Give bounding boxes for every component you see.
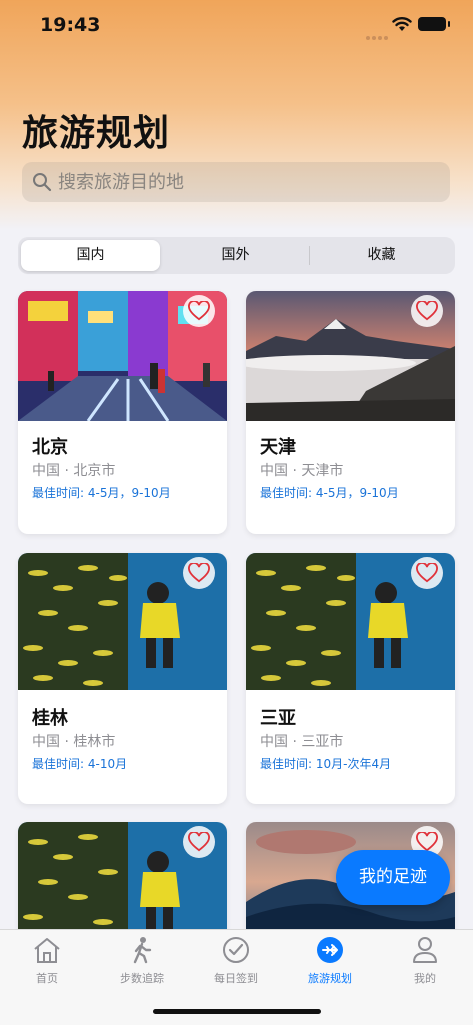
heart-icon bbox=[416, 563, 438, 583]
favorite-button[interactable] bbox=[183, 826, 215, 858]
destination-card[interactable] bbox=[18, 822, 227, 942]
signal-icon bbox=[366, 25, 390, 44]
destination-location: 中国 · 桂林市 bbox=[32, 734, 116, 750]
status-time: 19:43 bbox=[40, 14, 101, 36]
tab-label: 我的 bbox=[414, 972, 436, 985]
tab-label: 旅游规划 bbox=[308, 972, 352, 985]
destination-image-city-street bbox=[18, 291, 227, 421]
destination-location: 中国 · 北京市 bbox=[32, 463, 116, 479]
destination-name: 天津 bbox=[260, 437, 296, 458]
heart-icon bbox=[188, 301, 210, 321]
destination-location: 中国 · 天津市 bbox=[260, 463, 344, 479]
tab-daily-checkin[interactable]: 每日签到 bbox=[196, 936, 276, 986]
segment-favorites[interactable]: 收藏 bbox=[311, 240, 452, 271]
search-input[interactable] bbox=[58, 162, 438, 202]
favorite-button[interactable] bbox=[183, 557, 215, 589]
my-footprints-button[interactable]: 我的足迹 bbox=[336, 850, 450, 905]
destination-best-time: 最佳时间: 4-5月，9-10月 bbox=[260, 486, 399, 500]
tab-home[interactable]: 首页 bbox=[7, 936, 87, 986]
category-segmented-control: 国内 国外 收藏 bbox=[18, 237, 455, 274]
walking-icon bbox=[133, 937, 152, 964]
battery-icon bbox=[418, 17, 450, 31]
destination-card[interactable]: 三亚 中国 · 三亚市 最佳时间: 10月-次年4月 bbox=[246, 553, 455, 804]
destination-best-time: 最佳时间: 4-10月 bbox=[32, 757, 128, 771]
destination-card[interactable]: 北京 中国 · 北京市 最佳时间: 4-5月，9-10月 bbox=[18, 291, 227, 534]
destination-image-mountain-clouds bbox=[246, 291, 455, 421]
wifi-icon bbox=[392, 17, 412, 31]
favorite-button[interactable] bbox=[183, 295, 215, 327]
search-bar[interactable] bbox=[22, 162, 450, 202]
segment-divider bbox=[309, 246, 310, 265]
destination-image-diver-fish bbox=[18, 822, 227, 942]
heart-icon bbox=[188, 563, 210, 583]
destination-name: 北京 bbox=[32, 437, 68, 458]
tab-step-tracking[interactable]: 步数追踪 bbox=[102, 936, 182, 986]
tab-label: 首页 bbox=[36, 972, 58, 985]
heart-icon bbox=[416, 301, 438, 321]
favorite-button[interactable] bbox=[411, 295, 443, 327]
destination-card[interactable]: 天津 中国 · 天津市 最佳时间: 4-5月，9-10月 bbox=[246, 291, 455, 534]
page-title: 旅游规划 bbox=[22, 113, 171, 154]
tab-label: 步数追踪 bbox=[120, 972, 164, 985]
destination-name: 三亚 bbox=[260, 708, 296, 729]
heart-icon bbox=[416, 832, 438, 852]
tab-label: 每日签到 bbox=[214, 972, 258, 985]
person-icon bbox=[413, 937, 437, 963]
search-icon bbox=[33, 173, 52, 192]
checkmark-circle-icon bbox=[223, 937, 249, 963]
tab-travel-planning[interactable]: 旅游规划 bbox=[290, 936, 370, 986]
destination-best-time: 最佳时间: 10月-次年4月 bbox=[260, 757, 392, 771]
house-icon bbox=[34, 938, 60, 963]
destination-card[interactable]: 桂林 中国 · 桂林市 最佳时间: 4-10月 bbox=[18, 553, 227, 804]
destination-name: 桂林 bbox=[32, 708, 68, 729]
status-bar: 19:43 bbox=[0, 0, 473, 50]
destination-image-diver-fish bbox=[246, 553, 455, 690]
airplane-circle-icon bbox=[317, 937, 343, 963]
tab-profile[interactable]: 我的 bbox=[385, 936, 465, 986]
home-indicator bbox=[153, 1009, 321, 1014]
destination-image-diver-fish bbox=[18, 553, 227, 690]
destination-best-time: 最佳时间: 4-5月，9-10月 bbox=[32, 486, 171, 500]
heart-icon bbox=[188, 832, 210, 852]
segment-abroad[interactable]: 国外 bbox=[164, 240, 307, 271]
segment-domestic[interactable]: 国内 bbox=[21, 240, 160, 271]
destination-location: 中国 · 三亚市 bbox=[260, 734, 344, 750]
favorite-button[interactable] bbox=[411, 557, 443, 589]
